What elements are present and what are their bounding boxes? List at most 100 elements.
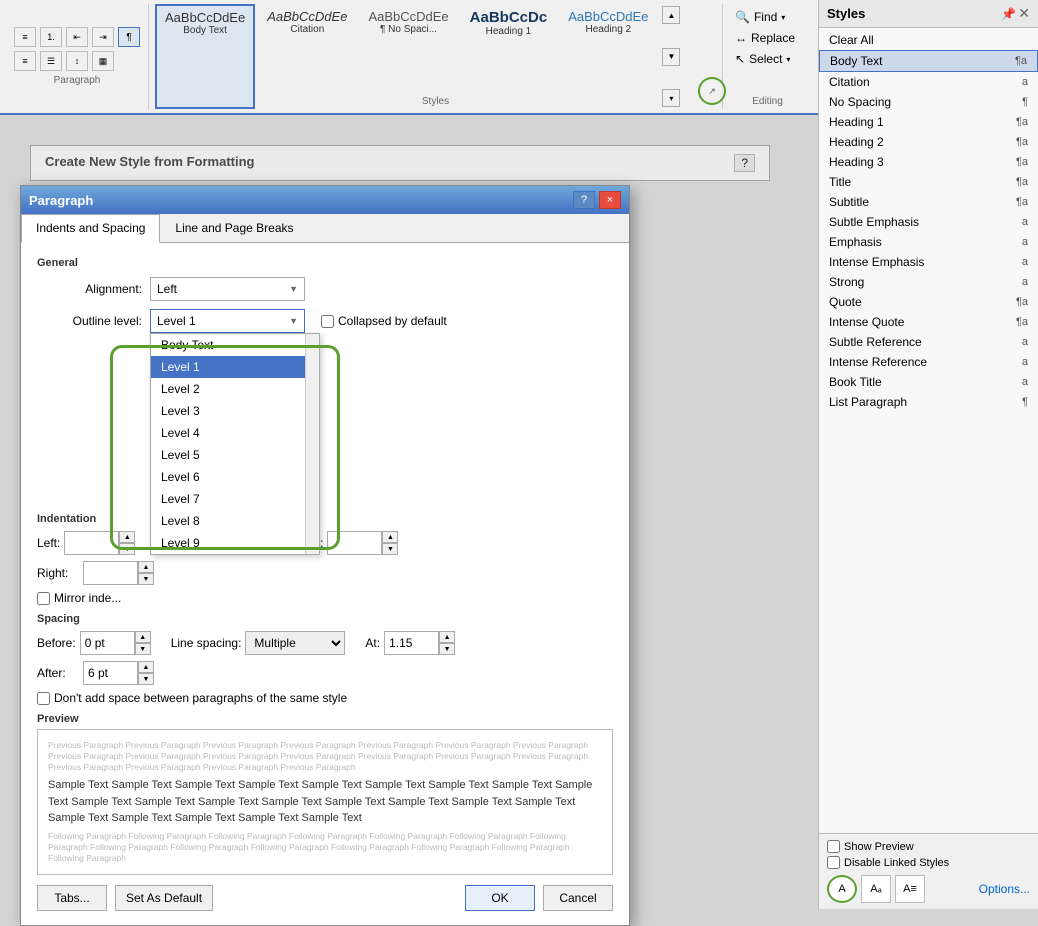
heading3-item[interactable]: Heading 3 ¶a	[819, 152, 1038, 172]
styles-panel-close[interactable]: ✕	[1018, 5, 1030, 22]
create-style-help[interactable]: ?	[734, 154, 755, 172]
outline-option-level9[interactable]: Level 9	[151, 532, 319, 554]
emphasis-item[interactable]: Emphasis a	[819, 232, 1038, 252]
subtle-reference-item-indicator: a	[1022, 336, 1028, 348]
right-indent-input[interactable]	[83, 561, 138, 585]
heading1-style-btn[interactable]: AaBbCcDc Heading 1	[461, 4, 557, 109]
list-bullet-btn[interactable]: ≡	[14, 27, 36, 47]
mirror-indents-checkbox[interactable]	[37, 592, 50, 605]
align-left-btn[interactable]: ≡	[14, 51, 36, 71]
select-btn[interactable]: ↖ Select ▾	[731, 50, 804, 68]
after-input[interactable]	[83, 661, 138, 685]
at-spin-btns: ▲ ▼	[439, 631, 455, 655]
at-down[interactable]: ▼	[439, 643, 455, 655]
paragraph-help-btn[interactable]: ?	[573, 191, 595, 209]
before-up[interactable]: ▲	[135, 631, 151, 643]
right-indent-up[interactable]: ▲	[138, 561, 154, 573]
manage-styles-btn[interactable]: A≡	[895, 875, 925, 903]
cancel-btn[interactable]: Cancel	[543, 885, 613, 911]
right-indent-down[interactable]: ▼	[138, 573, 154, 585]
quote-item[interactable]: Quote ¶a	[819, 292, 1038, 312]
left-indent-down[interactable]: ▼	[119, 543, 135, 555]
by-down[interactable]: ▼	[382, 543, 398, 555]
collapsed-by-default-checkbox[interactable]	[321, 315, 334, 328]
before-down[interactable]: ▼	[135, 643, 151, 655]
before-input[interactable]	[80, 631, 135, 655]
no-spacing-item-indicator: ¶	[1022, 96, 1028, 108]
show-preview-checkbox[interactable]	[827, 840, 840, 853]
by-input[interactable]	[327, 531, 382, 555]
align-center-btn[interactable]: ☰	[40, 51, 62, 71]
tab-line-page-breaks[interactable]: Line and Page Breaks	[160, 214, 308, 242]
at-input[interactable]	[384, 631, 439, 655]
styles-panel-pin[interactable]: 📌	[1001, 5, 1016, 22]
citation-style-btn[interactable]: AaBbCcDdEe Citation	[258, 4, 356, 109]
no-spacing-style-btn[interactable]: AaBbCcDdEe ¶ No Spaci...	[359, 4, 457, 109]
book-title-item-indicator: a	[1022, 376, 1028, 388]
replace-btn[interactable]: ↔ Replace	[731, 29, 804, 47]
tabs-btn[interactable]: Tabs...	[37, 885, 107, 911]
outline-option-level4[interactable]: Level 4	[151, 422, 319, 444]
options-link[interactable]: Options...	[979, 882, 1030, 896]
clear-all-label: Clear All	[829, 33, 874, 47]
subtle-reference-item[interactable]: Subtle Reference a	[819, 332, 1038, 352]
title-item[interactable]: Title ¶a	[819, 172, 1038, 192]
body-text-item[interactable]: Body Text ¶a	[819, 50, 1038, 72]
subtitle-item[interactable]: Subtitle ¶a	[819, 192, 1038, 212]
intense-reference-item[interactable]: Intense Reference a	[819, 352, 1038, 372]
styles-launcher-circle[interactable]: ↗	[698, 77, 726, 105]
subtle-emphasis-item-label: Subtle Emphasis	[829, 215, 919, 229]
indent-decrease-btn[interactable]: ⇤	[66, 27, 88, 47]
outline-option-level1[interactable]: Level 1	[151, 356, 319, 378]
shading-btn[interactable]: ▦	[92, 51, 114, 71]
left-indent-up[interactable]: ▲	[119, 531, 135, 543]
alignment-dropdown[interactable]: Left ▼	[150, 277, 305, 301]
outline-option-level6[interactable]: Level 6	[151, 466, 319, 488]
outline-option-level7[interactable]: Level 7	[151, 488, 319, 510]
pilcrow-btn[interactable]: ¶	[118, 27, 140, 47]
outline-option-level3[interactable]: Level 3	[151, 400, 319, 422]
by-up[interactable]: ▲	[382, 531, 398, 543]
after-down[interactable]: ▼	[138, 673, 154, 685]
outline-option-level5[interactable]: Level 5	[151, 444, 319, 466]
styles-scroll-up[interactable]: ▲	[662, 6, 680, 24]
set-default-btn[interactable]: Set As Default	[115, 885, 213, 911]
disable-linked-checkbox[interactable]	[827, 856, 840, 869]
indent-increase-btn[interactable]: ⇥	[92, 27, 114, 47]
intense-quote-item[interactable]: Intense Quote ¶a	[819, 312, 1038, 332]
body-text-label: Body Text	[165, 25, 245, 36]
outline-level-dropdown[interactable]: Level 1 ▼	[150, 309, 305, 333]
at-up[interactable]: ▲	[439, 631, 455, 643]
styles-scroll-down[interactable]: ▼	[662, 48, 680, 66]
outline-option-body-text[interactable]: Body Text	[151, 334, 319, 356]
spacing-section: Spacing Before: ▲ ▼ Line spacing:	[37, 613, 613, 705]
body-text-style-btn[interactable]: AaBbCcDdEe Body Text	[155, 4, 255, 109]
new-style-btn[interactable]: A	[827, 875, 857, 903]
ok-btn[interactable]: OK	[465, 885, 535, 911]
no-spacing-item[interactable]: No Spacing ¶	[819, 92, 1038, 112]
list-number-btn[interactable]: 1.	[40, 27, 62, 47]
outline-option-level8[interactable]: Level 8	[151, 510, 319, 532]
paragraph-close-btn[interactable]: ×	[599, 191, 621, 209]
heading2-item[interactable]: Heading 2 ¶a	[819, 132, 1038, 152]
subtle-emphasis-item[interactable]: Subtle Emphasis a	[819, 212, 1038, 232]
heading2-style-btn[interactable]: AaBbCcDdEe Heading 2	[559, 4, 657, 109]
strong-item[interactable]: Strong a	[819, 272, 1038, 292]
outline-option-level2[interactable]: Level 2	[151, 378, 319, 400]
after-up[interactable]: ▲	[138, 661, 154, 673]
book-title-item[interactable]: Book Title a	[819, 372, 1038, 392]
line-spacing-btn[interactable]: ↕	[66, 51, 88, 71]
tab-indents-spacing[interactable]: Indents and Spacing	[21, 214, 160, 243]
heading1-item[interactable]: Heading 1 ¶a	[819, 112, 1038, 132]
intense-emphasis-item[interactable]: Intense Emphasis a	[819, 252, 1038, 272]
dont-add-space-checkbox[interactable]	[37, 692, 50, 705]
line-spacing-select[interactable]: Multiple	[245, 631, 345, 655]
find-btn[interactable]: 🔍 Find ▾	[731, 8, 804, 26]
clear-all-item[interactable]: Clear All	[819, 30, 1038, 50]
list-paragraph-item[interactable]: List Paragraph ¶	[819, 392, 1038, 412]
left-indent-input[interactable]	[64, 531, 119, 555]
styles-more[interactable]: ▾	[662, 89, 680, 107]
style-inspector-btn[interactable]: Aₐ	[861, 875, 891, 903]
preview-sample: Sample Text Sample Text Sample Text Samp…	[48, 777, 602, 827]
citation-item[interactable]: Citation a	[819, 72, 1038, 92]
